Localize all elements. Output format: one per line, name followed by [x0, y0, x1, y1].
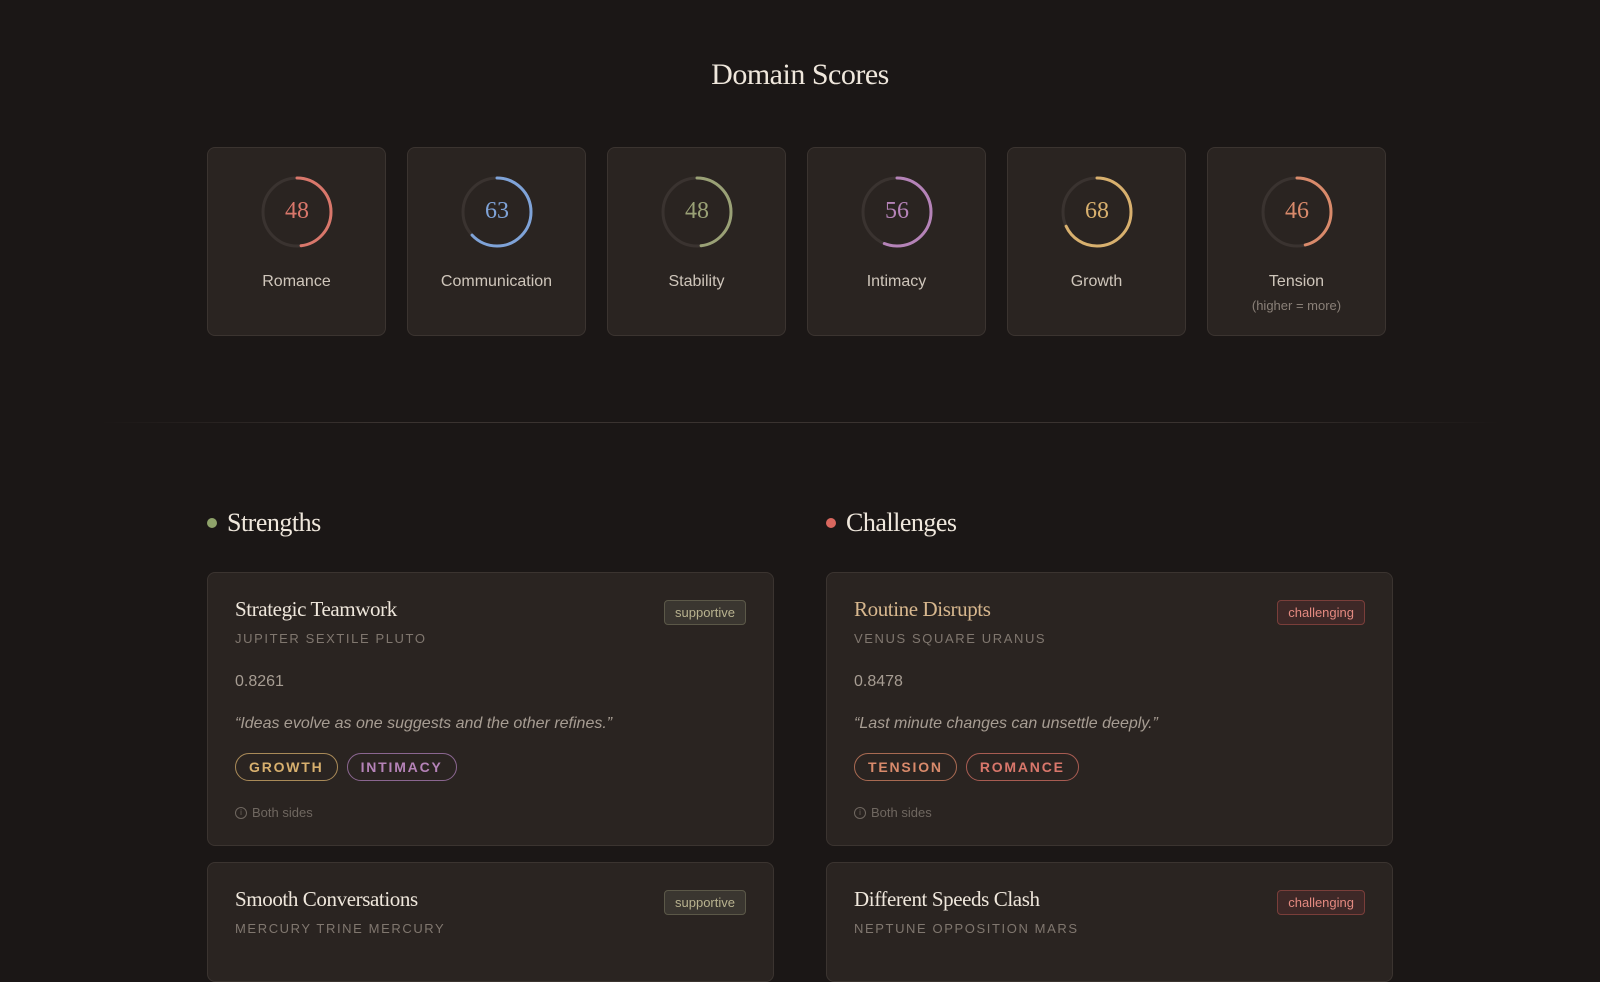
card-footer: i Both sides	[854, 805, 932, 820]
domain-scores-title: Domain Scores	[711, 58, 889, 91]
strength-card[interactable]: Strategic Teamwork supportive JUPITER SE…	[207, 572, 774, 846]
score-label: Intimacy	[866, 273, 927, 290]
tag-tension[interactable]: TENSION	[854, 753, 957, 781]
score-value: 48	[285, 198, 309, 224]
tag-intimacy[interactable]: INTIMACY	[346, 753, 457, 781]
score-label: Romance	[262, 273, 331, 290]
score-card-romance: 48 Romance	[207, 147, 386, 336]
strengths-title: Strengths	[227, 508, 321, 537]
score-value: 46	[1285, 198, 1309, 224]
score-label: Communication	[440, 273, 553, 290]
score-ring: 68	[1061, 176, 1133, 248]
card-aspect: MERCURY TRINE MERCURY	[235, 921, 446, 936]
score-card-intimacy: 56 Intimacy	[807, 147, 986, 336]
score-card-growth: 68 Growth	[1007, 147, 1186, 336]
strength-card[interactable]: Smooth Conversations supportive MERCURY …	[207, 862, 774, 982]
card-title: Routine Disrupts	[854, 597, 991, 621]
score-sublabel: (higher = more)	[1251, 298, 1342, 313]
strengths-heading: Strengths	[207, 508, 321, 538]
challenges-title: Challenges	[846, 508, 957, 537]
card-quote: “Ideas evolve as one suggests and the ot…	[235, 715, 613, 732]
card-aspect: NEPTUNE OPPOSITION MARS	[854, 921, 1079, 936]
score-value: 63	[485, 198, 509, 224]
card-score: 0.8261	[235, 673, 284, 690]
card-score: 0.8478	[854, 673, 903, 690]
card-quote: “Last minute changes can unsettle deeply…	[854, 715, 1158, 732]
tag-romance[interactable]: ROMANCE	[965, 753, 1079, 781]
info-icon: i	[854, 806, 866, 819]
tag-growth[interactable]: GROWTH	[235, 753, 338, 781]
card-title: Strategic Teamwork	[235, 597, 397, 621]
score-ring: 56	[861, 176, 933, 248]
card-footer: i Both sides	[235, 805, 313, 820]
section-divider	[100, 422, 1500, 423]
card-tags: GROWTH INTIMACY	[235, 753, 457, 781]
challenges-heading: Challenges	[826, 508, 957, 538]
card-footer-text: Both sides	[871, 805, 932, 820]
score-ring: 48	[661, 176, 733, 248]
info-icon: i	[235, 806, 247, 819]
supportive-badge: supportive	[664, 890, 746, 915]
card-tags: TENSION ROMANCE	[854, 753, 1079, 781]
card-aspect: VENUS SQUARE URANUS	[854, 631, 1047, 646]
challenging-badge: challenging	[1277, 890, 1365, 915]
score-ring: 48	[261, 176, 333, 248]
card-title: Smooth Conversations	[235, 887, 418, 911]
score-label: Stability	[668, 273, 725, 290]
challenge-card[interactable]: Different Speeds Clash challenging NEPTU…	[826, 862, 1393, 982]
score-card-stability: 48 Stability	[607, 147, 786, 336]
score-card-communication: 63 Communication	[407, 147, 586, 336]
challenges-dot	[826, 518, 836, 528]
score-label: Tension	[1268, 273, 1325, 290]
card-title: Different Speeds Clash	[854, 887, 1040, 911]
score-value: 68	[1085, 198, 1109, 224]
supportive-badge: supportive	[664, 600, 746, 625]
score-value: 48	[685, 198, 709, 224]
score-card-tension: 46 Tension (higher = more)	[1207, 147, 1386, 336]
card-footer-text: Both sides	[252, 805, 313, 820]
score-ring: 46	[1261, 176, 1333, 248]
score-value: 56	[885, 198, 909, 224]
score-ring: 63	[461, 176, 533, 248]
challenging-badge: challenging	[1277, 600, 1365, 625]
strengths-dot	[207, 518, 217, 528]
score-label: Growth	[1070, 273, 1123, 290]
challenge-card[interactable]: Routine Disrupts challenging VENUS SQUAR…	[826, 572, 1393, 846]
domain-scores-row: 48 Romance 63 Communication 48 Stability…	[207, 147, 1386, 336]
card-aspect: JUPITER SEXTILE PLUTO	[235, 631, 427, 646]
